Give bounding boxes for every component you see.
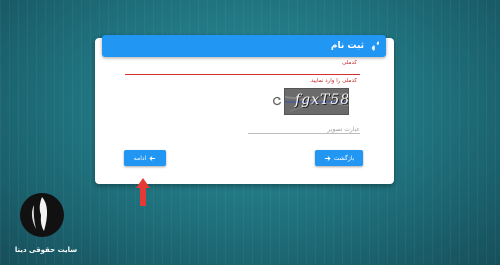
card-header: ثبت نام [102,35,386,57]
refresh-icon[interactable] [272,91,282,106]
captcha-text: fgxT58 [295,92,349,108]
site-name: سایت حقوقی دینا [14,246,78,254]
national-code-label: کدملی [342,60,357,66]
next-button[interactable]: ادامه [124,150,166,166]
user-plus-icon [368,39,382,53]
page-title: ثبت نام [330,41,364,51]
arrow-left-icon [149,155,156,161]
national-code-error: کدملی را وارد نمایید. [309,78,357,84]
captcha-input-placeholder: عبارت تصویر [327,126,360,133]
national-code-input[interactable] [125,74,360,75]
back-button-label: بازگشت [333,154,355,162]
captcha-input[interactable] [248,133,360,134]
red-arrow-up-icon [136,178,150,206]
back-button[interactable]: بازگشت [315,150,363,166]
next-button-label: ادامه [133,154,147,162]
captcha-image: fgxT58 [284,88,349,115]
arrow-right-icon [324,155,331,161]
